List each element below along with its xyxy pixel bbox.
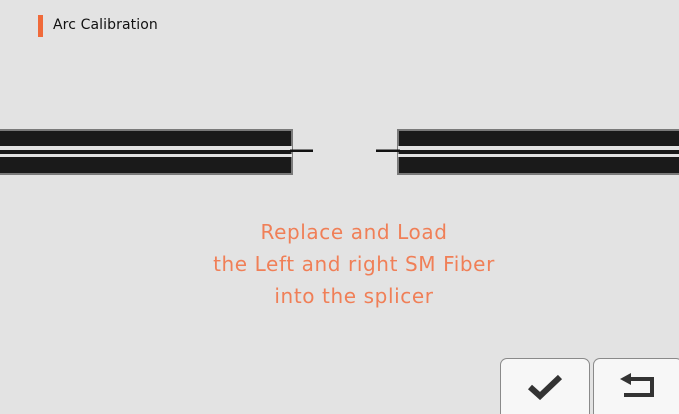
instruction-line-3: into the splicer [274, 284, 434, 308]
checkmark-icon [527, 374, 563, 400]
left-fiber-tip [290, 149, 313, 152]
left-fiber-gap-bottom [0, 154, 292, 157]
right-fiber [376, 129, 679, 175]
right-fiber-clamp [397, 129, 679, 175]
instruction-line-1: Replace and Load [260, 220, 448, 244]
return-arrow-icon [620, 372, 654, 397]
arc-calibration-screen: Arc Calibration Replace and Load the Lef… [0, 0, 679, 414]
right-fiber-gap-top [398, 146, 679, 150]
confirm-button[interactable] [500, 358, 590, 414]
left-fiber-gap-top [0, 146, 292, 150]
back-button[interactable] [593, 358, 679, 414]
instruction-message: Replace and Load the Left and right SM F… [0, 216, 679, 312]
left-fiber [0, 129, 313, 175]
title-accent-bar [38, 15, 43, 37]
right-fiber-tip [376, 149, 400, 152]
right-fiber-gap-bottom [398, 154, 679, 157]
instruction-line-2: the Left and right SM Fiber [213, 252, 495, 276]
fiber-diagram [0, 129, 679, 175]
left-fiber-clamp [0, 129, 293, 175]
page-title: Arc Calibration [53, 17, 158, 33]
